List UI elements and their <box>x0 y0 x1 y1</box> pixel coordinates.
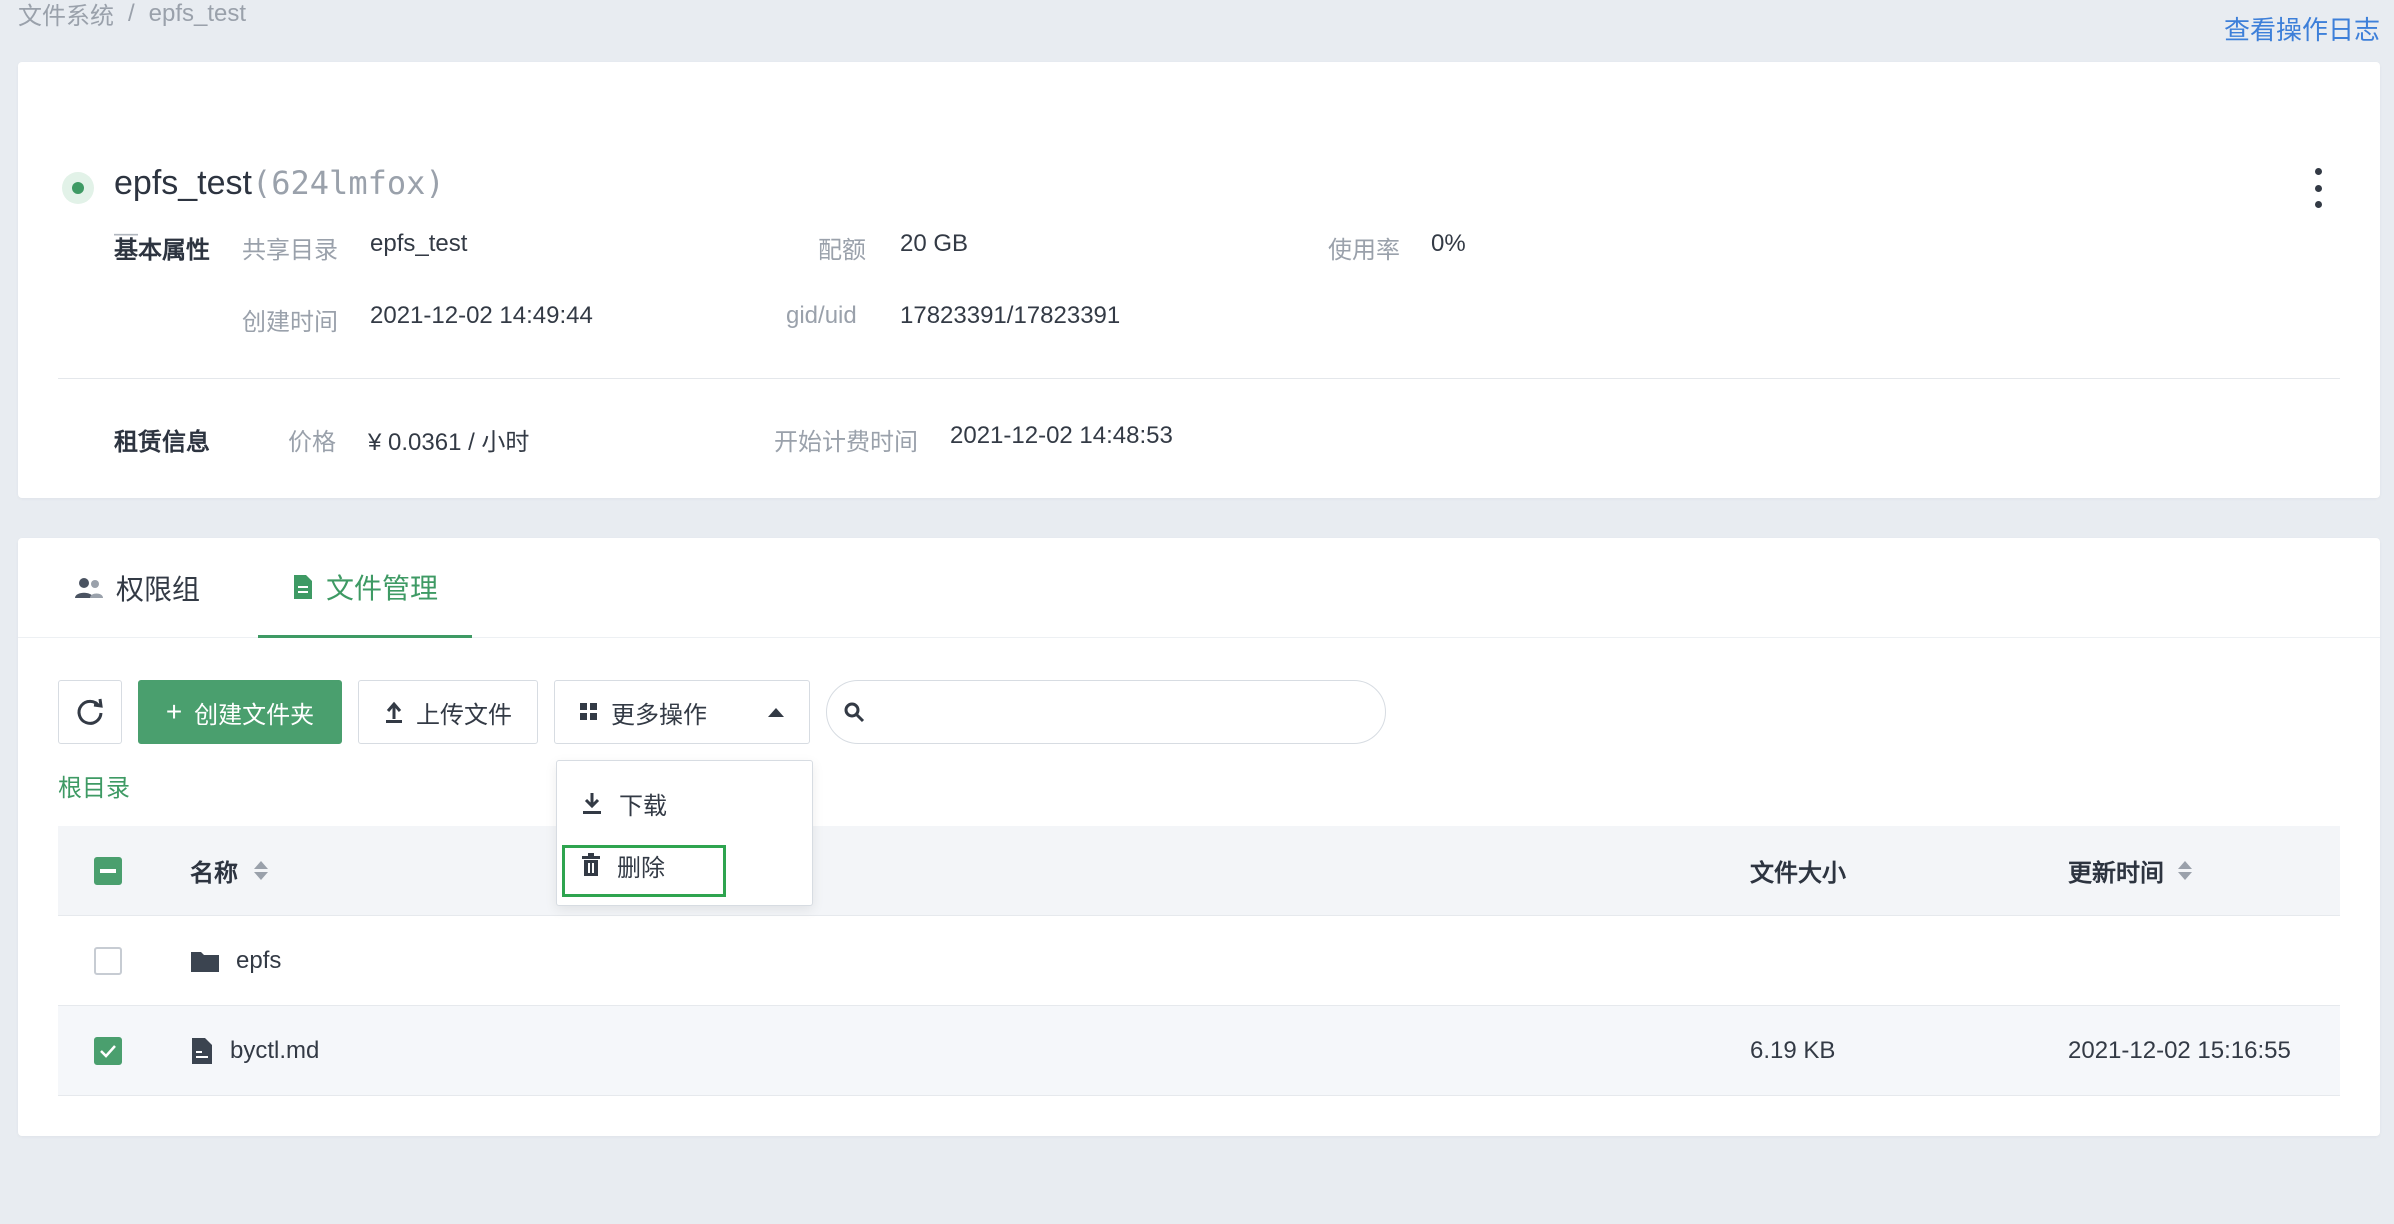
usage-label: 使用率 <box>1328 237 1400 264</box>
row-checkbox[interactable] <box>94 946 122 975</box>
sort-icon[interactable] <box>2178 861 2192 880</box>
download-icon <box>583 793 601 814</box>
name-column-header: 名称 <box>190 860 238 887</box>
billing-start-label: 开始计费时间 <box>774 429 918 456</box>
usage-value: 0% <box>1431 230 1466 257</box>
file-updated-time: 2021-12-02 15:16:55 <box>2068 1036 2291 1064</box>
gid-uid-label: gid/uid <box>786 302 857 329</box>
table-header: 名称 文件大小 更新时间 <box>58 826 2340 916</box>
more-actions-icon[interactable] <box>2310 168 2326 208</box>
filesystem-info-card: epfs_test (624lmfox) — 基本属性 共享目录 epfs_te… <box>18 62 2380 498</box>
search-icon <box>844 702 865 723</box>
price-value: ¥ 0.0361 / 小时 <box>368 429 530 456</box>
created-time-label: 创建时间 <box>242 309 338 336</box>
row-checkbox[interactable] <box>94 1036 122 1065</box>
users-icon <box>75 578 103 598</box>
share-dir-value: epfs_test <box>370 230 468 257</box>
updated-column-header: 更新时间 <box>2068 860 2164 887</box>
document-icon <box>293 574 312 599</box>
menu-item-download[interactable]: 下载 <box>557 775 812 831</box>
basic-properties-heading: 基本属性 <box>114 237 210 264</box>
menu-item-delete[interactable]: 删除 <box>557 837 812 893</box>
tab-file-management[interactable]: 文件管理 <box>258 538 472 638</box>
file-size: 6.19 KB <box>1750 1036 1836 1064</box>
breadcrumb-current: epfs_test <box>148 0 247 27</box>
search-input[interactable] <box>877 698 1385 726</box>
search-box <box>826 680 1386 744</box>
tab-permission-groups-label: 权限组 <box>116 574 201 605</box>
more-operations-menu: 下载 删除 <box>556 760 813 906</box>
file-name[interactable]: epfs <box>236 947 281 975</box>
refresh-button[interactable] <box>58 680 122 744</box>
filesystem-name: epfs_test <box>114 164 252 202</box>
quota-value: 20 GB <box>900 230 969 257</box>
filesystem-id: (624lmfox) <box>251 164 445 202</box>
file-icon <box>192 1037 212 1064</box>
share-dir-label: 共享目录 <box>242 237 338 264</box>
select-all-checkbox[interactable] <box>94 856 122 885</box>
root-directory-link[interactable]: 根目录 <box>58 768 130 803</box>
breadcrumb-root[interactable]: 文件系统 <box>18 0 114 31</box>
tab-file-management-label: 文件管理 <box>325 572 438 604</box>
breadcrumb-separator: / <box>128 0 135 27</box>
lease-info-heading: 租赁信息 <box>114 429 210 456</box>
more-operations-button[interactable]: 更多操作 <box>554 680 810 744</box>
check-icon <box>100 1044 116 1058</box>
upload-file-button[interactable]: 上传文件 <box>358 680 538 744</box>
plus-icon: + <box>165 696 183 727</box>
quota-label: 配额 <box>818 237 866 264</box>
page-title: epfs_test (624lmfox) <box>114 164 445 203</box>
billing-start-value: 2021-12-02 14:48:53 <box>950 422 1173 449</box>
create-folder-label: 创建文件夹 <box>194 701 315 729</box>
file-name[interactable]: byctl.md <box>230 1037 319 1065</box>
file-table: 名称 文件大小 更新时间 epfs byctl.md 6.19 KB 2021-… <box>58 826 2340 1096</box>
table-row[interactable]: epfs <box>58 916 2340 1006</box>
divider <box>58 378 2340 379</box>
menu-item-delete-label: 删除 <box>617 854 665 882</box>
price-label: 价格 <box>288 429 336 456</box>
size-column-header: 文件大小 <box>1750 860 1846 887</box>
tab-permission-groups[interactable]: 权限组 <box>74 538 200 638</box>
refresh-icon <box>77 698 103 725</box>
minus-icon <box>100 868 116 873</box>
created-time-value: 2021-12-02 14:49:44 <box>370 302 593 329</box>
folder-icon <box>191 951 219 972</box>
sort-icon[interactable] <box>254 861 268 880</box>
file-management-card: 权限组 文件管理 + 创建文件夹 上传文件 更多操作 根目录 名称 文件大小 更… <box>18 538 2380 1136</box>
more-operations-label: 更多操作 <box>611 701 707 729</box>
gid-uid-value: 17823391/17823391 <box>900 302 1121 329</box>
grid-icon <box>580 703 597 720</box>
status-indicator <box>62 172 94 204</box>
breadcrumb: 文件系统 / epfs_test <box>18 0 246 31</box>
menu-item-download-label: 下载 <box>619 792 667 820</box>
upload-icon <box>386 701 402 723</box>
view-operation-log-link[interactable]: 查看操作日志 <box>2224 10 2380 47</box>
table-row[interactable]: byctl.md 6.19 KB 2021-12-02 15:16:55 <box>58 1006 2340 1096</box>
create-folder-button[interactable]: + 创建文件夹 <box>138 680 342 744</box>
upload-file-label: 上传文件 <box>416 701 512 729</box>
caret-up-icon <box>768 708 784 717</box>
trash-icon <box>582 853 600 876</box>
tab-bar: 权限组 文件管理 <box>18 538 2380 638</box>
